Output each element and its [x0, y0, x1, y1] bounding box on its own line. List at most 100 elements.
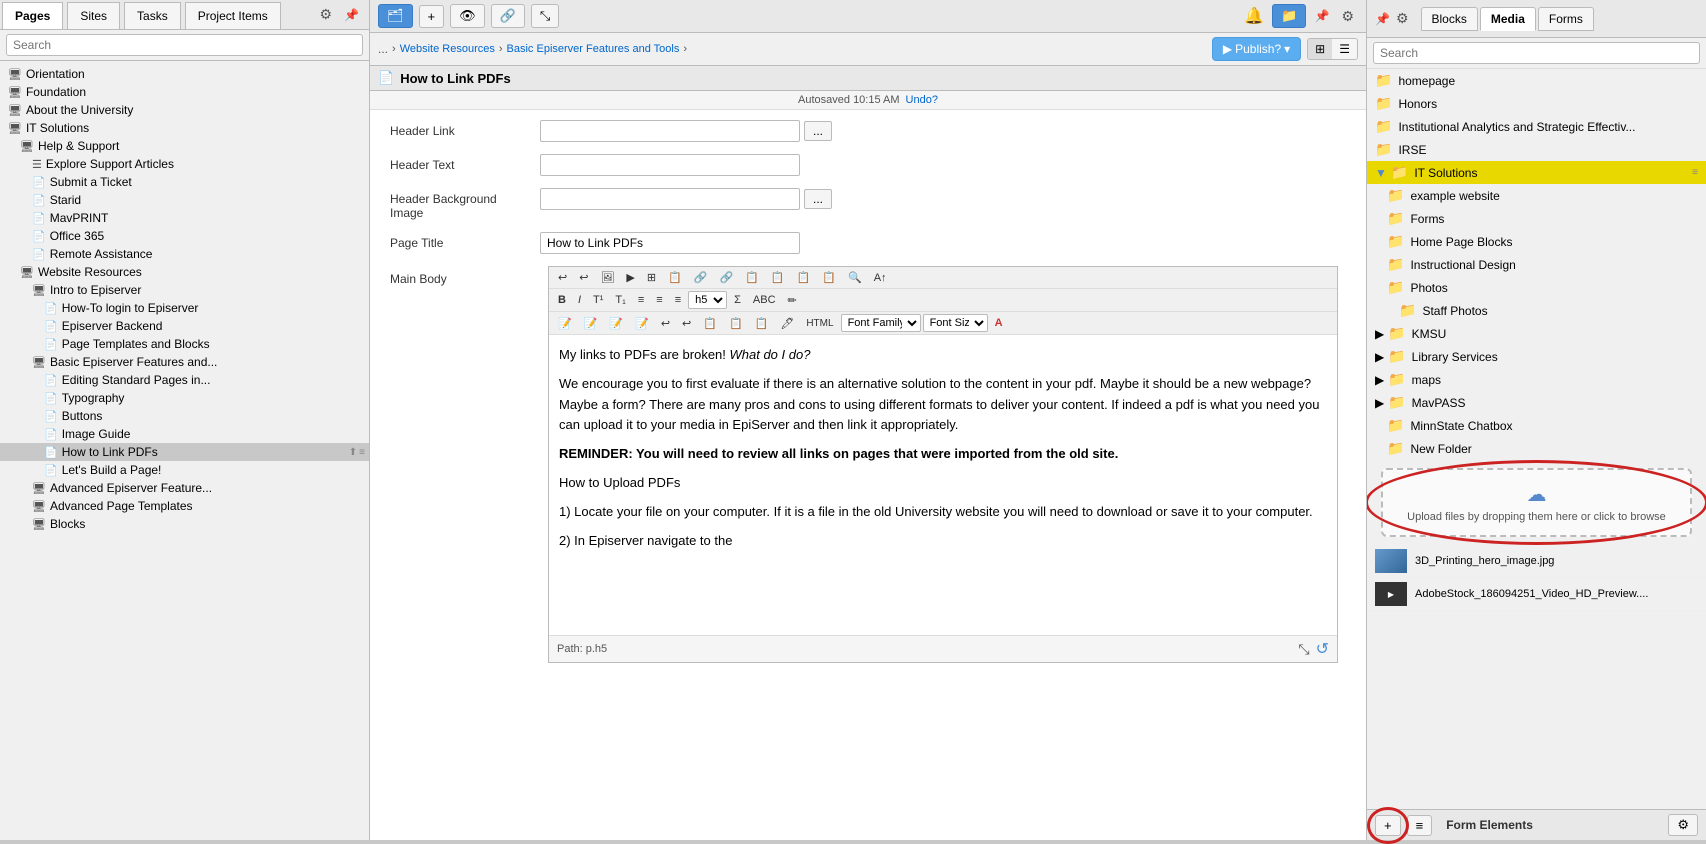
media-item-photos[interactable]: 📁 Photos — [1367, 276, 1706, 299]
tree-item-orientation[interactable]: 🖥 Orientation — [0, 65, 369, 83]
tree-item-advanced-episerver[interactable]: 🖥 Advanced Episerver Feature... — [0, 479, 369, 497]
tree-item-typography[interactable]: 📄 Typography — [0, 389, 369, 407]
tree-item-how-to-link-pdfs[interactable]: 📄 How to Link PDFs ⬆ ≡ — [0, 443, 369, 461]
media-item-staff-photos[interactable]: 📁 Staff Photos — [1367, 299, 1706, 322]
rte-t3-4-btn[interactable]: 📝 — [630, 315, 654, 332]
publish-button[interactable]: ▶ Publish? ▾ — [1212, 37, 1301, 61]
rte-search-btn[interactable]: 🔍 — [843, 269, 867, 286]
rte-sub-btn[interactable]: T₁ — [610, 292, 630, 308]
rte-bold-btn[interactable]: B — [553, 292, 571, 308]
rte-table-btn[interactable]: ⊞ — [642, 269, 661, 286]
rte-content[interactable]: My links to PDFs are broken! What do I d… — [549, 335, 1337, 635]
tab-forms[interactable]: Forms — [1538, 7, 1594, 31]
rte-copy1-btn[interactable]: 📋 — [663, 269, 687, 286]
rte-pen-btn[interactable]: 🖊 — [775, 315, 799, 332]
media-item-honors[interactable]: 📁 Honors — [1367, 92, 1706, 115]
media-item-library-services[interactable]: ▶ 📁 Library Services — [1367, 345, 1706, 368]
rte-link-btn[interactable]: 🔗 — [689, 269, 713, 286]
media-item-instructional-design[interactable]: 📁 Instructional Design — [1367, 253, 1706, 276]
rte-resize-icon[interactable]: ⤡ — [1298, 641, 1309, 658]
right-search-input[interactable] — [1373, 42, 1700, 64]
rte-align-left-btn[interactable]: ≡ — [633, 292, 649, 308]
rte-font-family-select[interactable]: Font Family — [841, 314, 921, 332]
tree-item-submit-ticket[interactable]: 📄 Submit a Ticket — [0, 173, 369, 191]
tree-item-website-resources[interactable]: 🖥 Website Resources — [0, 263, 369, 281]
undo-link[interactable]: Undo? — [906, 94, 938, 106]
tree-item-mavprint[interactable]: 📄 MavPRINT — [0, 209, 369, 227]
rte-redo-btn[interactable]: ↩ — [574, 269, 593, 286]
rte-heading-select[interactable]: h5 h1 h2 h3 h4 p — [688, 291, 727, 309]
left-pin-button[interactable]: 📌 — [340, 6, 363, 24]
grid-view-button[interactable]: ⊞ — [1308, 39, 1332, 59]
media-item-homepage[interactable]: 📁 homepage — [1367, 69, 1706, 92]
tab-blocks[interactable]: Blocks — [1421, 7, 1478, 31]
footer-menu-button[interactable]: ≡ — [1407, 815, 1433, 836]
page-title-input[interactable] — [540, 232, 800, 254]
media-item-maps[interactable]: ▶ 📁 maps — [1367, 368, 1706, 391]
left-search-input[interactable] — [6, 34, 363, 56]
tree-item-foundation[interactable]: 🖥 Foundation — [0, 83, 369, 101]
rte-spellcheck-btn[interactable]: ABC — [748, 292, 781, 308]
tree-item-starid[interactable]: 📄 Starid — [0, 191, 369, 209]
media-item-mavpass[interactable]: ▶ 📁 MavPASS — [1367, 391, 1706, 414]
rte-align-center-btn[interactable]: ≡ — [651, 292, 667, 308]
rte-refresh-icon[interactable]: ↺ — [1316, 639, 1329, 659]
media-item-example-website[interactable]: 📁 example website — [1367, 184, 1706, 207]
rte-sigma-btn[interactable]: Σ — [729, 292, 746, 308]
tree-item-office365[interactable]: 📄 Office 365 — [0, 227, 369, 245]
breadcrumb-ellipsis[interactable]: ... — [378, 42, 388, 56]
breadcrumb-basic-episerver[interactable]: Basic Episerver Features and Tools — [507, 43, 680, 55]
tree-item-explore-support[interactable]: ☰ Explore Support Articles — [0, 155, 369, 173]
media-file-adobestock[interactable]: ▶ AdobeStock_186094251_Video_HD_Preview.… — [1367, 578, 1706, 611]
tree-item-basic-episerver[interactable]: 🖥 Basic Episerver Features and... — [0, 353, 369, 371]
rte-align-right-btn[interactable]: ≡ — [670, 292, 686, 308]
header-link-browse[interactable]: ... — [804, 121, 832, 141]
tree-item-lets-build[interactable]: 📄 Let's Build a Page! — [0, 461, 369, 479]
rte-t3-2-btn[interactable]: 📝 — [579, 315, 603, 332]
tree-item-episerver-backend[interactable]: 📄 Episerver Backend — [0, 317, 369, 335]
tree-item-help-support[interactable]: 🖥 Help & Support — [0, 137, 369, 155]
settings-button[interactable]: ⚙ — [1337, 6, 1358, 27]
rte-t3-3-btn[interactable]: 📝 — [604, 315, 628, 332]
header-link-input[interactable] — [540, 120, 800, 142]
right-gear-button[interactable]: ⚙ — [1392, 8, 1413, 29]
rte-super-btn[interactable]: T¹ — [588, 292, 608, 308]
tab-tasks[interactable]: Tasks — [124, 2, 181, 29]
breadcrumb-website-resources[interactable]: Website Resources — [400, 43, 495, 55]
rte-font-size-up-btn[interactable]: A↑ — [869, 270, 892, 286]
tree-item-it-solutions[interactable]: 🖥 IT Solutions — [0, 119, 369, 137]
rte-edit-btn[interactable]: ✏ — [783, 292, 802, 309]
preview-button[interactable]: 👁 — [450, 4, 485, 28]
tree-item-advanced-page-templates[interactable]: 🖥 Advanced Page Templates — [0, 497, 369, 515]
media-item-home-page-blocks[interactable]: 📁 Home Page Blocks — [1367, 230, 1706, 253]
media-item-irse[interactable]: 📁 IRSE — [1367, 138, 1706, 161]
rte-undo-btn[interactable]: ↩ — [553, 269, 572, 286]
tab-project-items[interactable]: Project Items — [185, 2, 281, 29]
header-text-input[interactable] — [540, 154, 800, 176]
item-menu-icon[interactable]: ≡ — [1692, 167, 1698, 178]
media-file-3d-printing[interactable]: 3D_Printing_hero_image.jpg — [1367, 545, 1706, 578]
tree-item-blocks[interactable]: 🖥 Blocks — [0, 515, 369, 533]
rte-media-btn[interactable]: ▶ — [621, 269, 639, 286]
list-view-button[interactable]: ☰ — [1332, 39, 1357, 59]
rte-t3-1-btn[interactable]: 📝 — [553, 315, 577, 332]
rte-unlink-btn[interactable]: 🔗 — [715, 269, 739, 286]
media-item-it-solutions[interactable]: ▼ 📁 IT Solutions ≡ — [1367, 161, 1706, 184]
rte-t3-7-btn[interactable]: 📋 — [698, 315, 722, 332]
pages-view-button[interactable]: 🗂 — [378, 4, 413, 28]
rte-copy2-btn[interactable]: 📋 — [740, 269, 764, 286]
left-gear-button[interactable]: ⚙ — [315, 4, 336, 25]
tree-item-image-guide[interactable]: 📄 Image Guide — [0, 425, 369, 443]
rte-copy5-btn[interactable]: 📋 — [817, 269, 841, 286]
tree-item-intro-episerver[interactable]: 🖥 Intro to Episerver — [0, 281, 369, 299]
tree-item-page-templates[interactable]: 📄 Page Templates and Blocks — [0, 335, 369, 353]
add-media-button[interactable]: + — [1375, 815, 1401, 836]
rte-font-color-btn[interactable]: A — [990, 315, 1008, 331]
add-button[interactable]: + — [419, 5, 445, 28]
rte-html-btn[interactable]: HTML — [801, 316, 838, 331]
header-bg-input[interactable] — [540, 188, 800, 210]
rte-copy4-btn[interactable]: 📋 — [792, 269, 816, 286]
media-item-forms[interactable]: 📁 Forms — [1367, 207, 1706, 230]
tree-item-about[interactable]: 🖥 About the University — [0, 101, 369, 119]
rte-img-btn[interactable]: 🖼 — [595, 269, 619, 286]
